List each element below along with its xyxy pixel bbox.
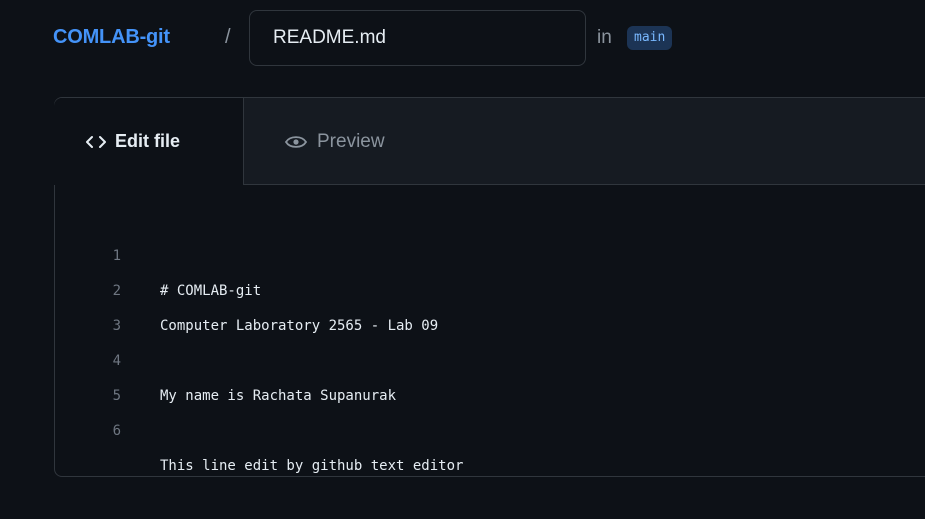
line-content[interactable]: This line edit by github text editor [160,449,463,484]
code-line: 3 [55,274,925,334]
code-line: 2 Computer Laboratory 2565 - Lab 09 [55,239,925,334]
tab-edit-file[interactable]: Edit file [54,98,244,185]
in-label: in [597,27,612,48]
code-line: 5 [55,344,925,404]
code-line: 1 # COMLAB-git [55,204,925,299]
code-editor[interactable]: 1 # COMLAB-git 2 Computer Laboratory 256… [55,186,925,474]
code-line: 4 My name is Rachata Supanurak [55,309,925,404]
tab-preview[interactable]: Preview [284,98,444,185]
repo-link[interactable]: COMLAB-git [53,26,170,49]
branch-badge: main [627,26,673,50]
line-number: 6 [112,423,121,439]
tab-preview-label: Preview [317,130,385,152]
file-path-bar: COMLAB-git / in main [0,0,925,78]
tab-edit-file-label: Edit file [115,131,181,151]
editor-container: Edit file Preview 1 # COMLAB-git 2 Compu… [54,97,925,477]
filename-input[interactable] [249,10,586,66]
editor-tab-bar: Edit file Preview [54,98,925,185]
eye-icon [284,134,308,150]
code-line: 6 This line edit by github text editor [55,379,925,474]
code-icon [86,134,106,150]
path-separator: / [225,26,231,48]
